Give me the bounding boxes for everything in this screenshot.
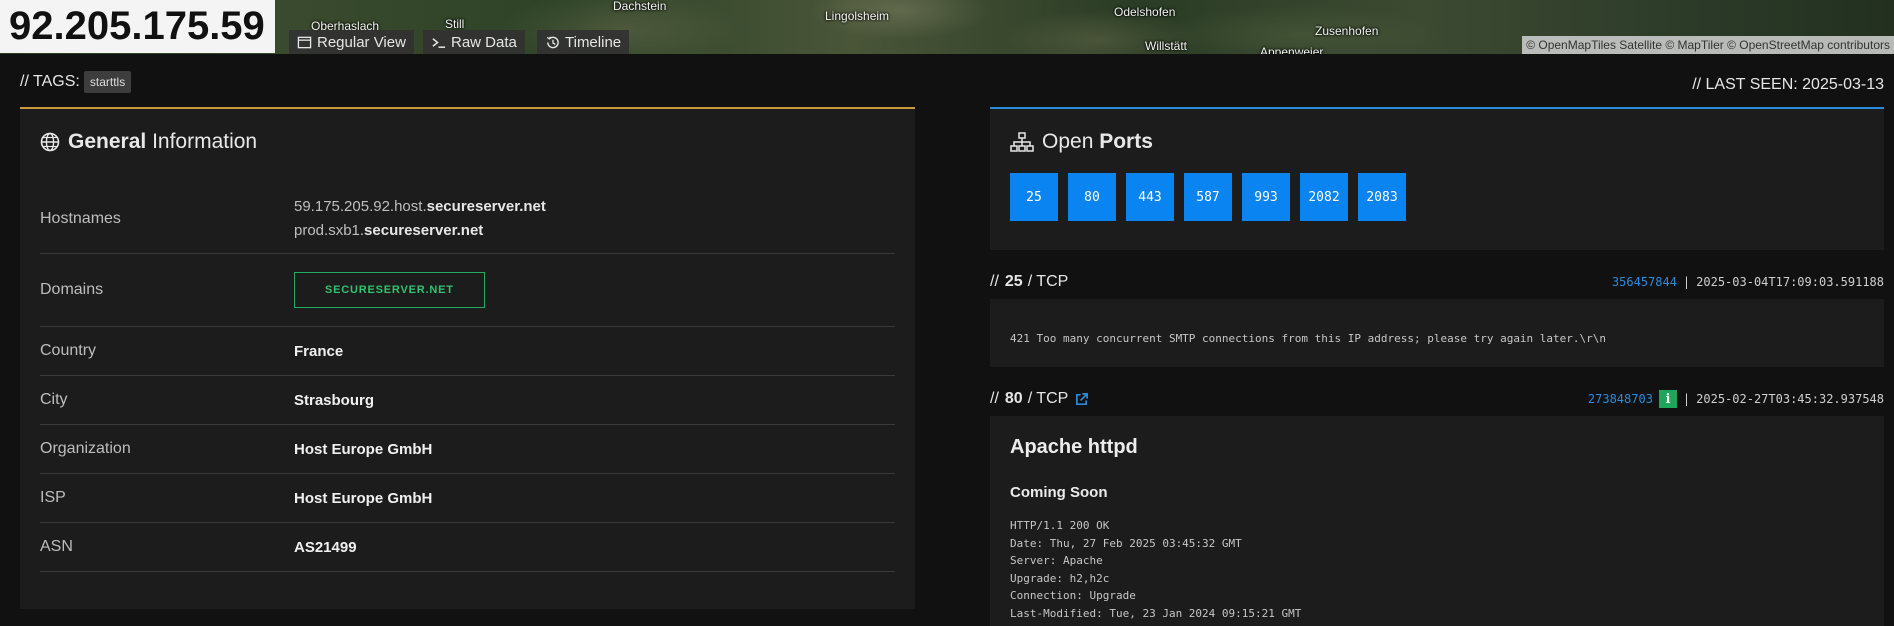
service-80-header: // 80 / TCP 273848703 i | 2025-02-27T03:… — [990, 387, 1884, 411]
city-row: City Strasbourg — [40, 376, 895, 425]
service-80-body: Apache httpd Coming Soon HTTP/1.1 200 OK… — [990, 416, 1884, 626]
tags-label: // TAGS: — [20, 73, 80, 90]
port-25-button[interactable]: 25 — [1010, 173, 1058, 221]
domains-label: Domains — [40, 281, 104, 298]
http-header-line: Last-Modified: Tue, 23 Jan 2024 09:15:21… — [1010, 606, 1302, 620]
http-header-line: HTTP/1.1 200 OK — [1010, 519, 1110, 532]
regular-view-button[interactable]: Regular View — [289, 30, 414, 54]
history-icon — [546, 35, 559, 48]
service-port: 80 — [1004, 390, 1023, 407]
service-meta: 273848703 i | 2025-02-27T03:45:32.937548 — [1588, 390, 1884, 408]
service-25-banner: 421 Too many concurrent SMTP connections… — [990, 299, 1884, 367]
external-link-icon[interactable] — [1074, 392, 1089, 407]
organization-row: Organization Host Europe GmbH — [40, 425, 895, 474]
map-attribution[interactable]: © OpenMapTiles Satellite © MapTiler © Op… — [1522, 36, 1894, 54]
http-headers: HTTP/1.1 200 OK Date: Thu, 27 Feb 2025 0… — [1010, 517, 1301, 622]
smtp-banner-text: 421 Too many concurrent SMTP connections… — [1010, 332, 1607, 345]
map-label: Dachstein — [613, 0, 667, 13]
http-header-line: Server: Apache — [1010, 554, 1103, 567]
ip-address-title: 92.205.175.59 — [0, 0, 275, 53]
general-title-rest: Information — [152, 130, 258, 153]
service-25-header: // 25 / TCP 356457844 | 2025-03-04T17:09… — [990, 270, 1884, 294]
raw-data-label: Raw Data — [451, 33, 517, 51]
service-port: 25 — [1004, 273, 1023, 290]
separator: | — [1682, 392, 1691, 406]
country-label: Country — [40, 342, 97, 359]
hostname[interactable]: 59.175.205.92.host.secureserver.net — [294, 195, 546, 219]
service-timestamp: 2025-02-27T03:45:32.937548 — [1696, 392, 1884, 406]
port-443-button[interactable]: 443 — [1126, 173, 1174, 221]
tag-starttls[interactable]: starttls — [83, 71, 132, 93]
isp-label: ISP — [40, 489, 66, 506]
service-protocol: / TCP — [1027, 390, 1069, 407]
domains-row: Domains SECURESERVER.NET — [40, 254, 895, 327]
domain-secureserver-button[interactable]: SECURESERVER.NET — [294, 272, 485, 308]
organization-value: Host Europe GmbH — [294, 440, 433, 458]
raw-data-button[interactable]: Raw Data — [423, 30, 525, 54]
last-seen: // LAST SEEN: 2025-03-13 — [1692, 76, 1884, 93]
service-prefix: // — [990, 273, 999, 290]
map-label: Odelshofen — [1114, 5, 1176, 19]
terminal-icon — [432, 37, 446, 48]
organization-label: Organization — [40, 440, 131, 457]
map-label: Lingolsheim — [825, 9, 890, 23]
hostnames-row: Hostnames 59.175.205.92.host.secureserve… — [40, 184, 895, 254]
map-label: Willstätt — [1145, 39, 1187, 53]
map-label: Appenweier — [1260, 45, 1324, 54]
window-icon — [297, 36, 312, 48]
port-list: 25 80 443 587 993 2082 2083 — [1010, 173, 1406, 221]
general-information-heading: General Information — [40, 130, 257, 154]
ports-title-rest: Open — [1042, 130, 1094, 153]
country-value: France — [294, 342, 344, 360]
port-2083-button[interactable]: 2083 — [1358, 173, 1406, 221]
service-timestamp: 2025-03-04T17:09:03.591188 — [1696, 275, 1884, 289]
hostnames-value: 59.175.205.92.host.secureserver.net prod… — [294, 195, 546, 243]
port-2082-button[interactable]: 2082 — [1300, 173, 1348, 221]
timeline-label: Timeline — [565, 33, 622, 51]
city-value: Strasbourg — [294, 391, 375, 409]
service-hash-link[interactable]: 356457844 — [1612, 275, 1677, 289]
service-prefix: // — [990, 390, 999, 407]
http-header-line: Date: Thu, 27 Feb 2025 03:45:32 GMT — [1010, 536, 1242, 550]
open-ports-panel: Open Ports 25 80 443 587 993 2082 2083 — [990, 107, 1884, 250]
info-icon[interactable]: i — [1658, 390, 1677, 408]
general-title-bold: General — [68, 130, 147, 153]
http-server-title: Apache httpd — [1010, 436, 1138, 458]
country-row: Country France — [40, 327, 895, 376]
http-header-line: Connection: Upgrade — [1010, 589, 1136, 602]
asn-label: ASN — [40, 538, 73, 555]
http-page-title: Coming Soon — [1010, 484, 1108, 501]
globe-icon — [40, 132, 60, 152]
service-hash-link[interactable]: 273848703 — [1588, 392, 1653, 406]
port-587-button[interactable]: 587 — [1184, 173, 1232, 221]
open-ports-heading: Open Ports — [1010, 130, 1153, 154]
service-protocol: / TCP — [1027, 273, 1069, 290]
hostnames-label: Hostnames — [40, 209, 121, 227]
hostname[interactable]: prod.sxb1.secureserver.net — [294, 219, 546, 243]
separator: | — [1682, 275, 1691, 289]
city-label: City — [40, 391, 68, 408]
timeline-button[interactable]: Timeline — [537, 30, 630, 54]
port-80-button[interactable]: 80 — [1068, 173, 1116, 221]
http-header-line: Upgrade: h2,h2c — [1010, 571, 1110, 585]
regular-view-label: Regular View — [317, 33, 406, 51]
map-label: Zusenhofen — [1315, 24, 1379, 38]
map-label: Still — [445, 17, 465, 31]
map-banner[interactable]: Oberhaslach Still Dachstein Lingolsheim … — [0, 0, 1894, 54]
isp-row: ISP Host Europe GmbH — [40, 474, 895, 523]
isp-value: Host Europe GmbH — [294, 489, 433, 507]
asn-value: AS21499 — [294, 538, 357, 556]
network-icon — [1010, 132, 1034, 152]
service-meta: 356457844 | 2025-03-04T17:09:03.591188 — [1612, 275, 1884, 289]
tags-bar: // TAGS: starttls — [20, 71, 132, 93]
port-993-button[interactable]: 993 — [1242, 173, 1290, 221]
general-information-panel: General Information Hostnames 59.175.205… — [20, 107, 915, 609]
asn-row: ASN AS21499 — [40, 523, 895, 572]
ports-title-bold: Ports — [1099, 130, 1153, 153]
